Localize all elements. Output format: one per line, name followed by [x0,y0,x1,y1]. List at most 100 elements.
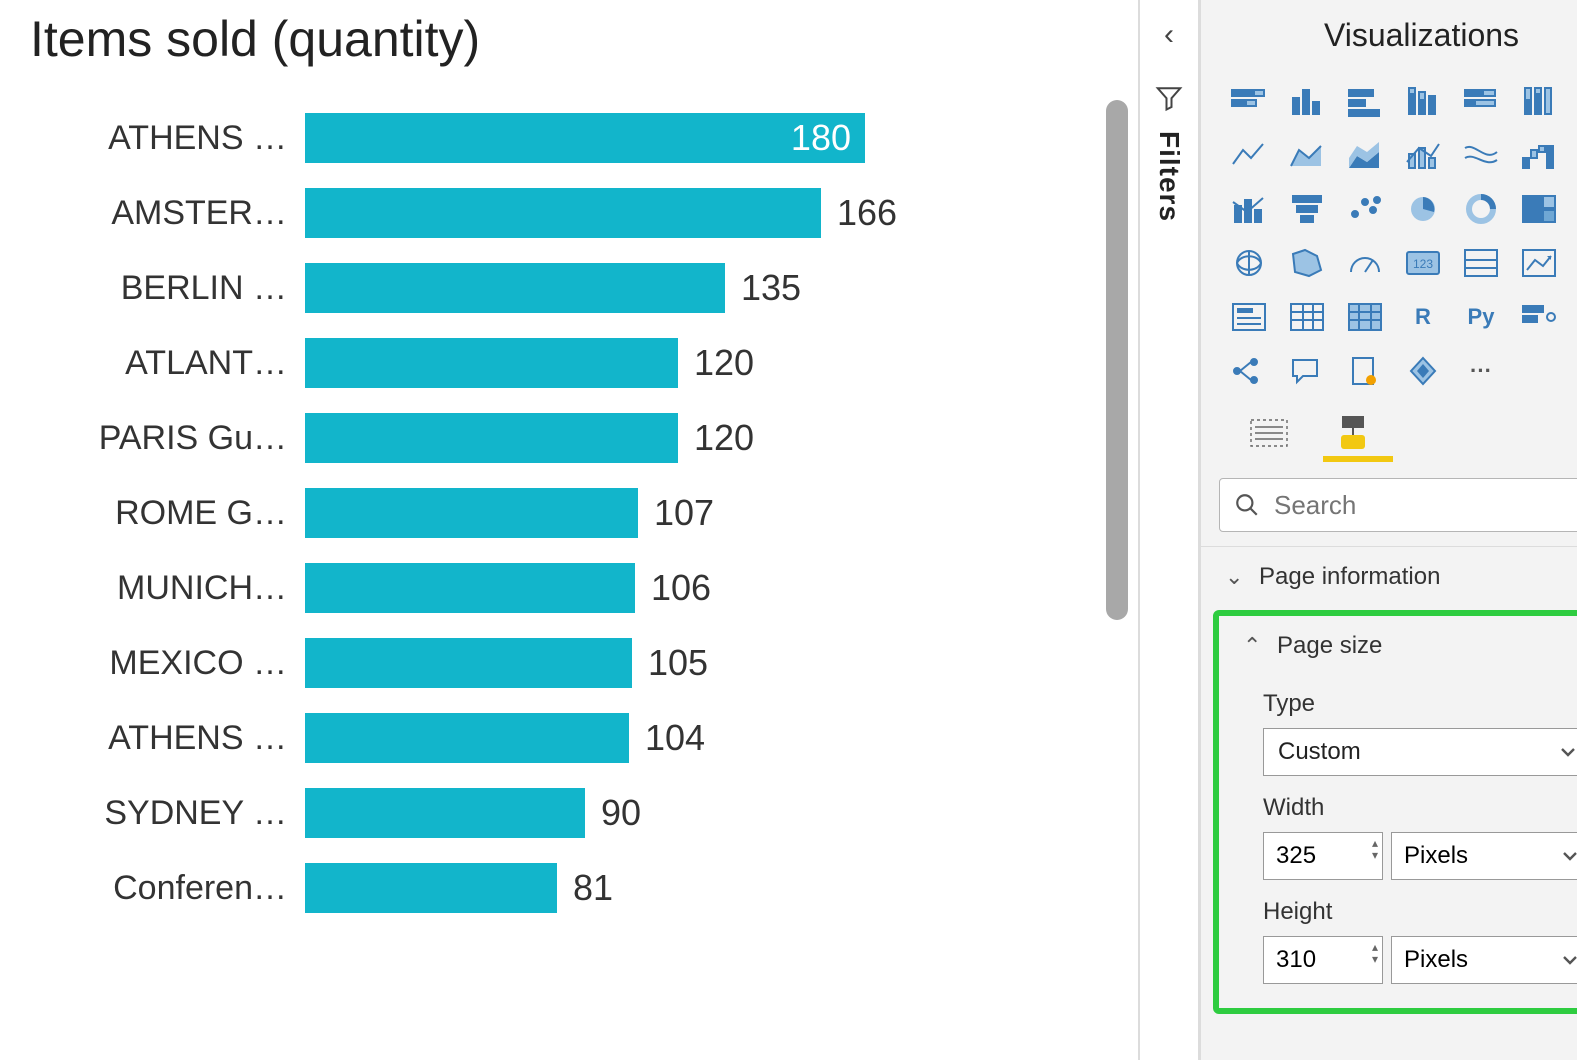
field-label: Height [1263,898,1577,926]
visual-paginated-icon[interactable] [1341,350,1389,392]
visual-q-and-a-icon[interactable] [1283,350,1331,392]
visual-line-column-icon[interactable] [1399,134,1447,176]
bar-fill[interactable] [305,788,585,838]
spinner-icon[interactable]: ▴▾ [1372,837,1378,861]
bar-fill[interactable] [305,638,632,688]
visual-slicer-icon[interactable] [1225,296,1273,338]
chevron-down-icon: ⌄ [1225,564,1247,590]
bar-fill[interactable] [305,863,557,913]
pane-tabs [1201,398,1577,454]
visual-pie-icon[interactable] [1399,188,1447,230]
svg-text:123: 123 [1413,257,1433,271]
height-input[interactable]: 310 ▴▾ [1263,936,1383,984]
bar-fill[interactable] [305,338,678,388]
format-search[interactable] [1219,478,1577,532]
field-height: Height 310 ▴▾ Pixels [1219,884,1577,988]
bar-fill[interactable] [305,713,629,763]
chart-scrollbar[interactable] [1106,100,1128,980]
visual-100pct-bar-icon[interactable] [1457,80,1505,122]
bar-row[interactable]: ATLANT…120 [30,333,1118,393]
visual-column-line-icon[interactable] [1225,188,1273,230]
bar-category-label: PARIS Gu… [30,419,305,458]
visual-scatter-icon[interactable] [1341,188,1389,230]
visual-filled-map-icon[interactable] [1283,242,1331,284]
section-page-size[interactable]: ⌃ Page size [1219,616,1577,676]
visual-py-visual-icon[interactable]: Py [1457,296,1505,338]
visual-donut-icon[interactable] [1457,188,1505,230]
bar-row[interactable]: AMSTER…166 [30,183,1118,243]
format-properties: ⌄ Page information ⌃ Page size Type Cust… [1201,546,1577,1060]
bar-row[interactable]: MEXICO …105 [30,633,1118,693]
bar-value-label: 81 [573,867,613,909]
visual-power-apps-icon[interactable] [1399,350,1447,392]
fields-tab[interactable] [1241,412,1297,454]
visual-line-icon[interactable] [1225,134,1273,176]
chart-scrollbar-thumb[interactable] [1106,100,1128,620]
bar-fill[interactable] [305,488,638,538]
bar-fill[interactable] [305,263,725,313]
bar-row[interactable]: ATHENS …104 [30,708,1118,768]
width-unit: Pixels [1404,842,1468,870]
bar-value-label: 120 [694,342,754,384]
section-label: Page information [1259,563,1440,591]
bar-row[interactable]: BERLIN …135 [30,258,1118,318]
format-search-input[interactable] [1274,490,1577,521]
visual-ribbon-icon[interactable] [1457,134,1505,176]
visual-stacked-bar-icon[interactable] [1225,80,1273,122]
width-input[interactable]: 325 ▴▾ [1263,832,1383,880]
height-unit-dropdown[interactable]: Pixels [1391,936,1577,984]
visual-kpi-icon[interactable] [1515,242,1563,284]
bar-track: 166 [305,188,897,238]
section-page-information[interactable]: ⌄ Page information [1201,546,1577,606]
type-dropdown[interactable]: Custom [1263,728,1577,776]
bar-fill[interactable]: 180 [305,113,865,163]
spinner-icon[interactable]: ▴▾ [1372,941,1378,965]
bar-category-label: ATHENS … [30,119,305,158]
visualizations-pane: Visualizations › 123RPy··· ⌄ Page in [1200,0,1577,1060]
visual-multi-row-card-icon[interactable] [1457,242,1505,284]
bar-row[interactable]: ROME G…107 [30,483,1118,543]
visual-waterfall-icon[interactable] [1515,134,1563,176]
section-label: Page size [1277,632,1382,660]
visual-matrix-icon[interactable] [1341,296,1389,338]
visual-clustered-column-icon[interactable] [1283,80,1331,122]
visual-r-visual-icon[interactable]: R [1399,296,1447,338]
filters-label: Filters [1153,131,1185,222]
bar-track: 135 [305,263,865,313]
bar-fill[interactable] [305,413,678,463]
visual-clustered-bar-icon[interactable] [1341,80,1389,122]
bar-value-label: 105 [648,642,708,684]
visual-treemap-icon[interactable] [1515,188,1563,230]
visual-100pct-column-icon[interactable] [1515,80,1563,122]
expand-filters-button[interactable]: ‹ [1164,18,1174,52]
bar-fill[interactable] [305,188,821,238]
width-unit-dropdown[interactable]: Pixels [1391,832,1577,880]
visual-decomposition-tree-icon[interactable] [1225,350,1273,392]
bar-fill[interactable] [305,563,635,613]
visual-table-icon[interactable] [1283,296,1331,338]
bar-row[interactable]: SYDNEY …90 [30,783,1118,843]
visual-stacked-column-icon[interactable] [1399,80,1447,122]
bar-track: 120 [305,338,865,388]
bar-value-label: 166 [837,192,897,234]
filters-pane-collapsed: ‹ Filters [1140,0,1200,1060]
visual-map-globe-icon[interactable] [1225,242,1273,284]
visual-card-number-icon[interactable]: 123 [1399,242,1447,284]
format-tab[interactable] [1325,412,1381,454]
bar-track: 106 [305,563,865,613]
visual-key-influencers-icon[interactable] [1515,296,1563,338]
bar-row[interactable]: PARIS Gu… 120 [30,408,1118,468]
bar-value-label: 120 [694,417,754,459]
bar-row[interactable]: MUNICH…106 [30,558,1118,618]
bar-value-label: 180 [791,117,851,159]
bar-value-label: 135 [741,267,801,309]
bar-track: 81 [305,863,865,913]
bar-row[interactable]: Conferen…81 [30,858,1118,918]
chevron-down-icon [1561,847,1577,865]
visual-funnel-icon[interactable] [1283,188,1331,230]
bar-row[interactable]: ATHENS … 180 [30,108,1118,168]
visual-gauge-icon[interactable] [1341,242,1389,284]
visual-stacked-area-icon[interactable] [1341,134,1389,176]
visual-area-icon[interactable] [1283,134,1331,176]
visual-more-icon[interactable]: ··· [1457,350,1505,392]
